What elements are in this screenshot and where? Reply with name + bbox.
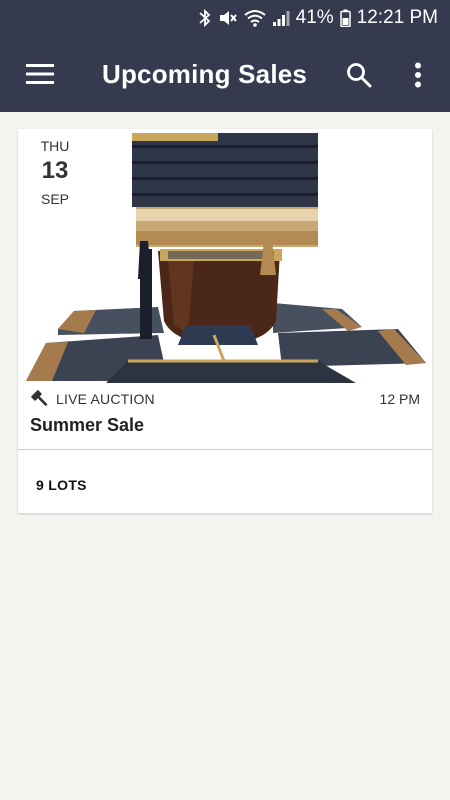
mute-icon (219, 11, 237, 25)
gavel-icon (31, 390, 48, 407)
more-options-button[interactable] (402, 56, 434, 94)
signal-icon (272, 11, 290, 26)
sale-day-of-week: THU (40, 138, 70, 154)
wifi-icon (244, 10, 266, 27)
page-title: Upcoming Sales (102, 59, 308, 89)
clock: 12:21 PM (356, 7, 438, 28)
sale-time: 12 PM (379, 391, 420, 407)
sale-image[interactable]: THU 13 SEP (18, 129, 432, 383)
sale-name: Summer Sale (30, 415, 145, 435)
menu-icon (26, 64, 54, 84)
search-button[interactable] (340, 56, 378, 94)
more-vertical-icon (415, 62, 421, 88)
bluetooth-icon (199, 8, 210, 28)
sale-type: LIVE AUCTION (56, 391, 155, 407)
battery-percent: 41% (295, 7, 334, 28)
sale-meta: LIVE AUCTION 12 PM (18, 387, 432, 411)
divider (18, 449, 432, 450)
sale-day: 13 (41, 157, 69, 184)
lots-count[interactable]: 9 LOTS (36, 477, 87, 493)
sale-month: SEP (40, 191, 69, 207)
sale-card[interactable]: THU 13 SEP LIVE AUCTION 12 PM Summer Sal… (18, 129, 432, 513)
app-bar: Upcoming Sales (0, 36, 450, 112)
status-bar: 41% 12:21 PM (0, 0, 450, 36)
menu-button[interactable] (22, 56, 58, 92)
battery-icon (339, 9, 351, 27)
search-icon (347, 63, 372, 88)
